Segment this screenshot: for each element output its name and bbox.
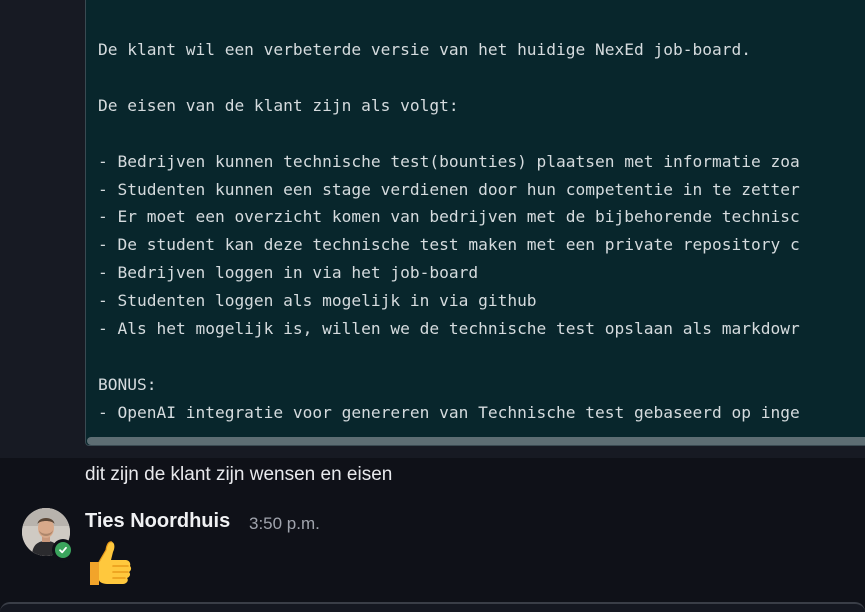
message-list-bottom: dit zijn de klant zijn wensen en eisen T… (0, 458, 865, 612)
code-block[interactable]: De klant wil een verbeterde versie van h… (85, 0, 865, 446)
message-text: dit zijn de klant zijn wensen en eisen (85, 464, 393, 485)
author-name[interactable]: Ties Noordhuis (85, 510, 230, 533)
online-status-icon (55, 542, 71, 558)
previous-avatar-partial (28, 0, 72, 4)
thumbs-up-icon[interactable] (84, 538, 136, 590)
message-input-box[interactable] (0, 602, 865, 612)
chat-view: De klant wil een verbeterde versie van h… (0, 0, 865, 612)
message-timestamp: 3:50 p.m. (249, 514, 320, 533)
code-block-scrollbar[interactable] (87, 437, 865, 445)
presence-indicator (52, 539, 74, 561)
code-block-text: De klant wil een verbeterde versie van h… (98, 40, 800, 422)
message-code-block: De klant wil een verbeterde versie van h… (0, 0, 865, 458)
